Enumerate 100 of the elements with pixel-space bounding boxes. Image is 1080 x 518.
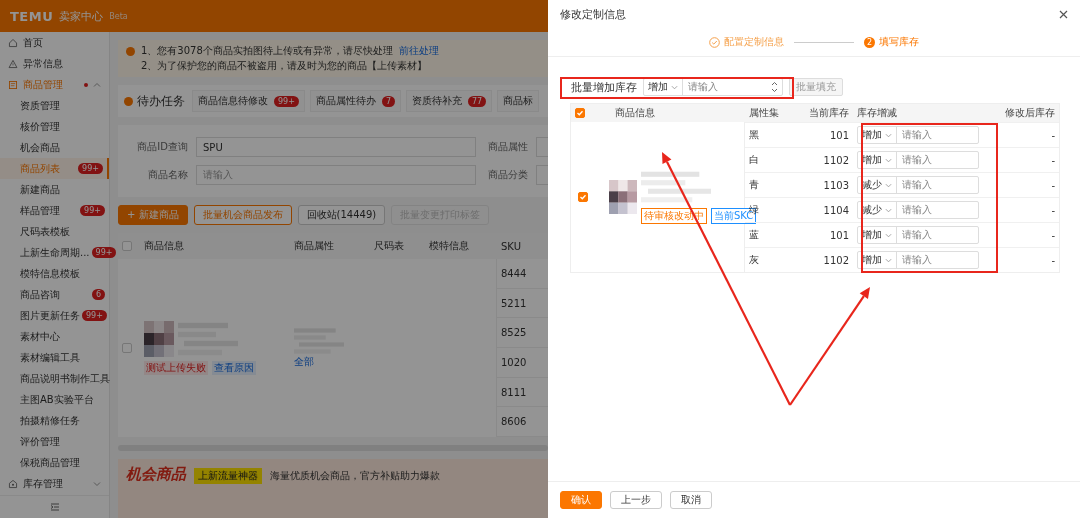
operation-select[interactable]: 增加 (858, 152, 897, 168)
stock-input[interactable]: 增加 请输入 (857, 151, 979, 169)
action-button[interactable]: 回收站(14449) (297, 205, 386, 225)
input-field[interactable]: SPU (196, 137, 476, 157)
table-cell: - (993, 197, 1059, 222)
sidebar-item[interactable]: 核价管理 (0, 116, 109, 137)
operation-select[interactable]: 增加 (858, 252, 897, 268)
footer-button[interactable]: 上一步 (610, 491, 662, 509)
stepper-icon[interactable] (771, 81, 778, 93)
chevron-down-icon (885, 256, 892, 264)
sidebar-item[interactable]: 尺码表模板 (0, 221, 109, 242)
operation-select[interactable]: 增加 (644, 79, 683, 95)
task-card[interactable]: 资质待补充 77 (406, 90, 493, 112)
logo: TEMU (10, 8, 54, 24)
table-cell: 101 (795, 122, 853, 147)
sidebar-item[interactable]: 主图AB实验平台 (0, 389, 109, 410)
stock-input[interactable]: 增加 请输入 (857, 126, 979, 144)
sidebar-item[interactable]: 素材中心 (0, 326, 109, 347)
sidebar-item[interactable]: 模特信息模板 (0, 263, 109, 284)
column-header: SKU (497, 233, 548, 259)
count-badge: 99+ (78, 163, 103, 174)
operation-select[interactable]: 增加 (858, 127, 897, 143)
stock-input[interactable]: 增加 请输入 (857, 251, 979, 269)
table-cell: 蓝 (745, 222, 795, 247)
column-header: 属性集 (745, 104, 795, 122)
checkbox[interactable] (575, 108, 585, 118)
sidebar-item[interactable]: 图片更新任务 99+ (0, 305, 109, 326)
check-circle-icon (709, 36, 720, 48)
step-label: 配置定制信息 (724, 35, 784, 49)
sidebar-item[interactable]: 异常信息 (0, 53, 109, 74)
input-field[interactable] (536, 137, 548, 157)
chevron-down-icon (885, 131, 892, 139)
info-icon (124, 96, 133, 106)
footer-button[interactable]: 取消 (670, 491, 712, 509)
sidebar-item[interactable]: 样品管理 99+ (0, 200, 109, 221)
sidebar-item[interactable]: 商品列表 99+ (0, 158, 109, 179)
chevron-up-icon (93, 80, 101, 89)
table-cell: 灰 (745, 247, 795, 272)
operation-select[interactable]: 减少 (858, 202, 897, 218)
stock-input[interactable]: 增加 请输入 (857, 226, 979, 244)
sidebar-item[interactable]: 拍摄精修任务 (0, 410, 109, 431)
link[interactable]: 查看原因 (212, 361, 256, 375)
task-label: 商品信息待修改 (198, 94, 268, 108)
column-header: 商品属性 (290, 233, 370, 259)
sidebar-item[interactable]: 素材编辑工具 (0, 347, 109, 368)
count-badge: 99+ (274, 95, 299, 107)
stock-input[interactable]: 减少 请输入 (857, 176, 979, 194)
sidebar-item[interactable]: 保税商品管理 (0, 452, 109, 473)
task-card[interactable]: 商品属性待办 7 (309, 90, 401, 112)
collapse-icon[interactable] (49, 502, 60, 512)
sidebar-item[interactable]: 机会商品 (0, 137, 109, 158)
sidebar-item[interactable]: 商品说明书制作工具 (0, 368, 109, 389)
checkbox[interactable] (578, 192, 588, 202)
operation-select[interactable]: 增加 (858, 227, 897, 243)
link[interactable]: 前往处理 (398, 44, 439, 58)
task-label: 商品标 (503, 94, 534, 108)
table-cell: - (993, 147, 1059, 172)
notice-text: 1、您有3078个商品实拍图待上传或有异常，请尽快处理 (141, 44, 393, 58)
table-cell: - (993, 247, 1059, 272)
scrollbar[interactable] (118, 445, 548, 452)
task-card[interactable]: 商品信息待修改 99+ (192, 90, 305, 112)
tag[interactable]: 测试上传失败 (144, 361, 208, 375)
column-header: 修改后库存 (993, 104, 1059, 122)
field-label: 商品名称 (147, 168, 189, 182)
sidebar-item[interactable]: 商品咨询 6 (0, 284, 109, 305)
table-cell: 1102 (795, 147, 853, 172)
batch-label: 批量增加库存 (571, 79, 637, 95)
redacted-text (641, 170, 711, 204)
tag: 待审核改动中 (641, 208, 707, 224)
input-field[interactable] (536, 165, 548, 185)
link[interactable]: 全部 (294, 355, 314, 369)
table-cell: 1104 (795, 197, 853, 222)
operation-select[interactable]: 减少 (858, 177, 897, 193)
sidebar-item[interactable]: 库存管理 (0, 473, 109, 494)
table-cell: 1102 (795, 247, 853, 272)
count-badge: 99+ (80, 205, 105, 216)
table-cell: - (993, 172, 1059, 197)
close-icon[interactable] (1059, 9, 1068, 19)
sidebar-item[interactable]: 资质管理 (0, 95, 109, 116)
checkbox[interactable] (122, 343, 132, 353)
task-label: 资质待补充 (412, 94, 462, 108)
checkbox[interactable] (122, 241, 132, 251)
sidebar-item[interactable]: 新建商品 (0, 179, 109, 200)
chevron-down-icon (93, 479, 101, 488)
stock-input[interactable]: 减少 请输入 (857, 201, 979, 219)
field-label: 商品属性 (487, 140, 529, 154)
sidebar-item[interactable]: 首页 (0, 32, 109, 53)
step-number: 2 (864, 36, 875, 48)
table-cell: 1103 (795, 172, 853, 197)
sidebar-item[interactable]: 评价管理 (0, 431, 109, 452)
tag: 上新流量神器 (194, 468, 262, 485)
table-cell: - (993, 122, 1059, 147)
stock-input[interactable]: 增加 请输入 (643, 78, 783, 96)
count-badge: 7 (381, 95, 395, 107)
table-cell: 101 (795, 222, 853, 247)
home-icon (8, 37, 18, 48)
table-cell: 白 (745, 147, 795, 172)
chevron-down-icon (885, 156, 892, 164)
column-header: 库存增减 (853, 104, 993, 122)
task-card[interactable]: 商品标 (497, 90, 540, 112)
